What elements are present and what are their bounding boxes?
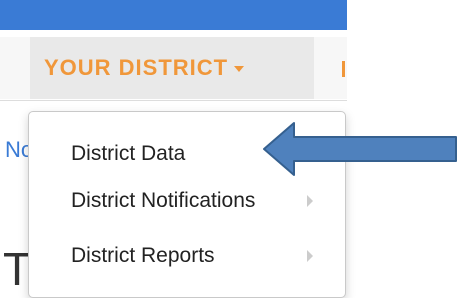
menu-item-district-notifications[interactable]: District Notifications [29, 179, 345, 223]
next-nav-item-edge[interactable] [342, 61, 345, 77]
partial-page-heading: T [3, 243, 32, 295]
top-header-bar [0, 0, 347, 30]
submenu-chevron-right-icon [307, 250, 313, 262]
nav-item-label: YOUR DISTRICT [44, 55, 229, 80]
nav-item-your-district[interactable]: YOUR DISTRICT [30, 37, 314, 99]
dropdown-caret-icon [234, 66, 245, 72]
submenu-chevron-right-icon [307, 195, 313, 207]
menu-item-label: District Notifications [71, 189, 256, 212]
menu-item-label: District Reports [71, 244, 215, 267]
annotation-left-arrow-icon [262, 121, 458, 177]
left-arrow-icon [263, 122, 457, 176]
nav-divider [0, 100, 347, 101]
screenshot-stage: YOUR DISTRICT No T District Data Distric… [0, 0, 458, 298]
menu-item-label: District Data [71, 142, 186, 165]
menu-item-district-reports[interactable]: District Reports [29, 234, 345, 278]
